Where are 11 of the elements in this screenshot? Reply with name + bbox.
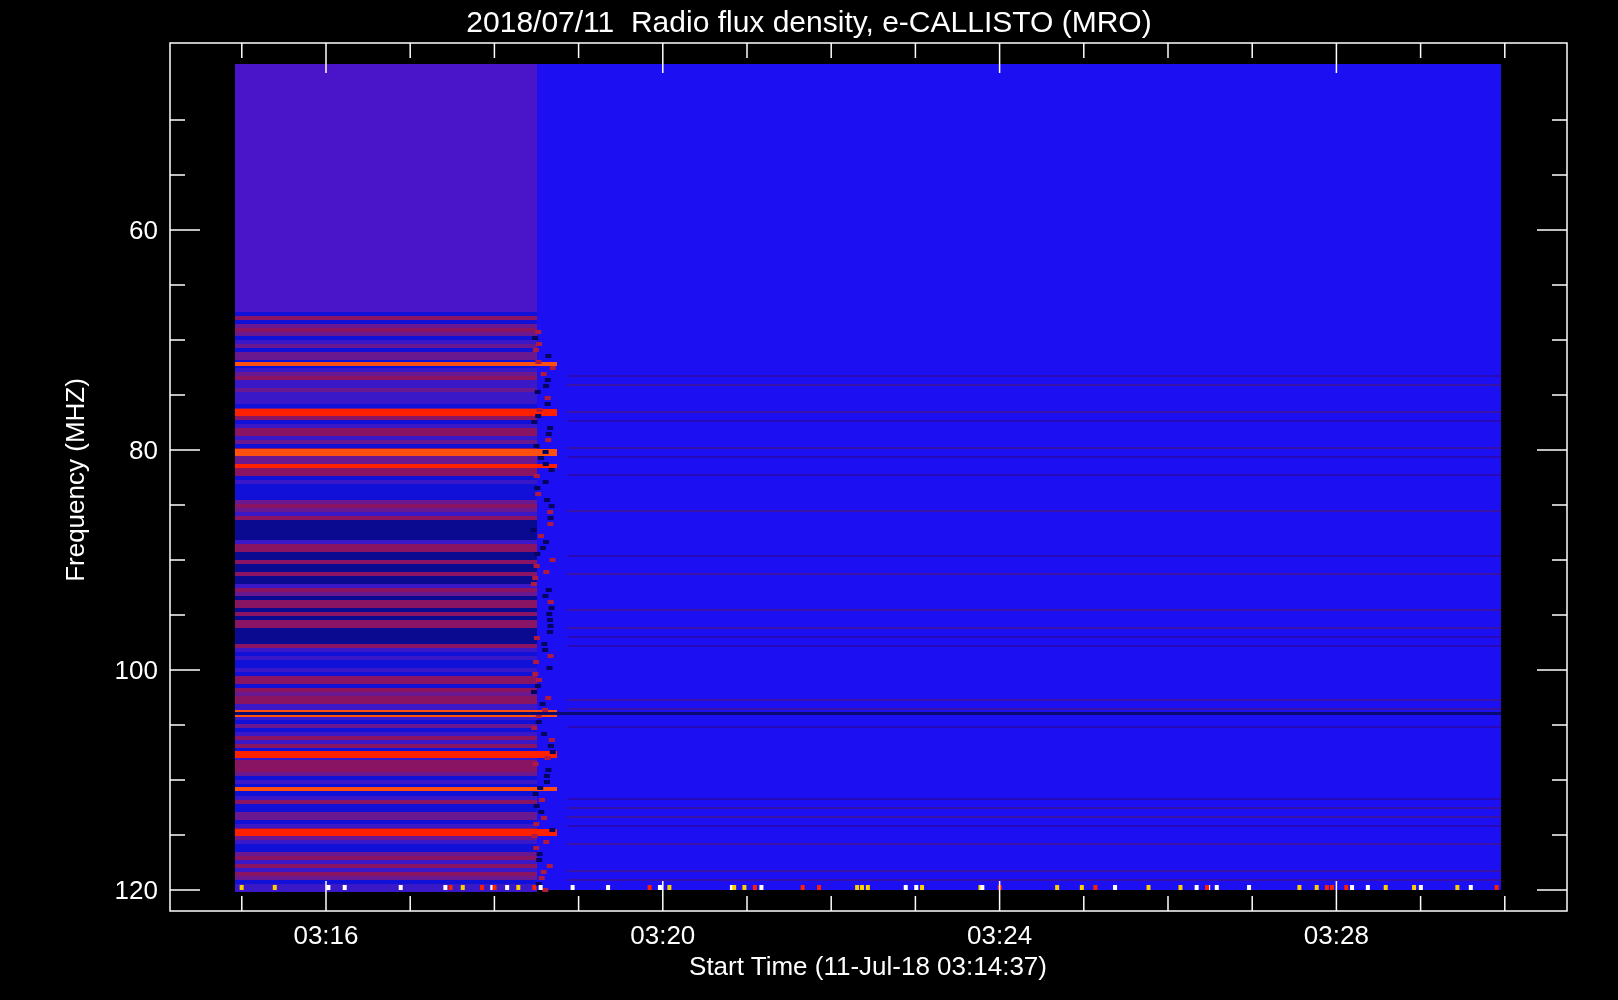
y-tick-label: 60	[129, 215, 158, 245]
y-axis-title: Frequency (MHZ)	[60, 378, 90, 582]
x-tick-label: 03:20	[630, 920, 696, 950]
x-tick-label: 03:16	[293, 920, 359, 950]
chart-title: 2018/07/11 Radio flux density, e-CALLISTO (MRO)	[466, 5, 1152, 38]
y-tick-label: 80	[129, 435, 158, 465]
x-tick-label: 03:28	[1303, 920, 1369, 950]
y-tick-label: 120	[114, 875, 158, 905]
x-tick-label: 03:24	[967, 920, 1033, 950]
x-axis-title: Start Time (11-Jul-18 03:14:37)	[689, 951, 1047, 981]
y-tick-label: 100	[114, 655, 158, 685]
